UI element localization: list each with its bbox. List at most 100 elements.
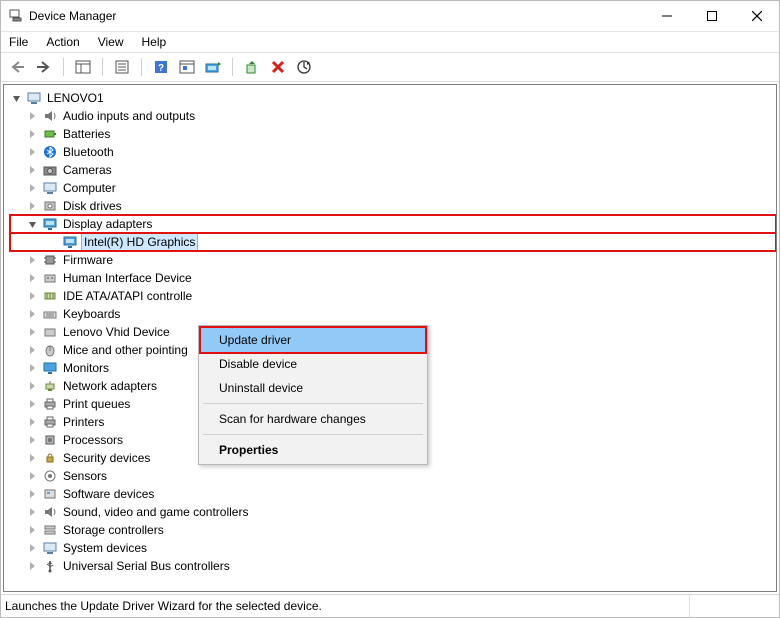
tree-root[interactable]: LENOVO1 [10, 89, 776, 107]
chevron-right-icon[interactable] [26, 274, 38, 282]
display-icon [62, 234, 78, 250]
chevron-right-icon[interactable] [26, 526, 38, 534]
chevron-right-icon[interactable] [26, 148, 38, 156]
scan-hardware-button[interactable] [293, 56, 315, 78]
window-title: Device Manager [29, 9, 116, 23]
menu-scan-hardware[interactable]: Scan for hardware changes [201, 407, 425, 431]
chevron-right-icon[interactable] [26, 454, 38, 462]
menu-file[interactable]: File [7, 33, 30, 51]
chevron-right-icon[interactable] [26, 202, 38, 210]
chevron-down-icon[interactable] [26, 220, 38, 229]
chip-icon [42, 252, 58, 268]
chevron-right-icon[interactable] [26, 130, 38, 138]
tree-item-software[interactable]: Software devices [10, 485, 776, 503]
chevron-right-icon[interactable] [26, 562, 38, 570]
menubar: File Action View Help [1, 32, 779, 52]
chevron-right-icon[interactable] [26, 166, 38, 174]
battery-icon [42, 126, 58, 142]
chevron-right-icon[interactable] [26, 328, 38, 336]
chevron-right-icon[interactable] [26, 382, 38, 390]
tree-item-disk[interactable]: Disk drives [10, 197, 776, 215]
action-button[interactable] [176, 56, 198, 78]
chevron-right-icon[interactable] [26, 112, 38, 120]
tree-root-label: LENOVO1 [46, 89, 105, 107]
disk-icon [42, 198, 58, 214]
svg-text:?: ? [158, 63, 164, 74]
network-icon [42, 378, 58, 394]
device-manager-window: Device Manager File Action View Help [0, 0, 780, 618]
chevron-down-icon[interactable] [10, 94, 22, 103]
back-button[interactable] [7, 56, 29, 78]
monitor-icon [42, 360, 58, 376]
tree-item-batteries[interactable]: Batteries [10, 125, 776, 143]
tree-item-system[interactable]: System devices [10, 539, 776, 557]
menu-update-driver[interactable]: Update driver [201, 328, 425, 352]
show-hide-tree-button[interactable] [72, 56, 94, 78]
keyboard-icon [42, 306, 58, 322]
tree-item-usb[interactable]: Universal Serial Bus controllers [10, 557, 776, 575]
menu-properties[interactable]: Properties [201, 438, 425, 462]
tree-item-ide[interactable]: IDE ATA/ATAPI controlle [10, 287, 776, 305]
properties-button[interactable] [111, 56, 133, 78]
chevron-right-icon[interactable] [26, 346, 38, 354]
sensor-icon [42, 468, 58, 484]
chevron-right-icon[interactable] [26, 400, 38, 408]
tree-item-keyboards[interactable]: Keyboards [10, 305, 776, 323]
menu-separator [203, 403, 423, 404]
chevron-right-icon[interactable] [26, 544, 38, 552]
chevron-right-icon[interactable] [26, 184, 38, 192]
computer-icon [42, 180, 58, 196]
update-driver-button[interactable] [202, 56, 224, 78]
app-icon [9, 8, 23, 25]
tree-item-storage[interactable]: Storage controllers [10, 521, 776, 539]
close-button[interactable] [734, 1, 779, 31]
enable-device-button[interactable] [241, 56, 263, 78]
system-icon [42, 540, 58, 556]
tree-item-cameras[interactable]: Cameras [10, 161, 776, 179]
menu-action[interactable]: Action [44, 33, 81, 51]
device-tree-pane: LENOVO1 Audio inputs and outputs Batteri… [3, 84, 777, 592]
bluetooth-icon [42, 144, 58, 160]
menu-help[interactable]: Help [140, 33, 169, 51]
maximize-button[interactable] [689, 1, 734, 31]
chevron-right-icon[interactable] [26, 472, 38, 480]
menu-uninstall-device[interactable]: Uninstall device [201, 376, 425, 400]
tree-item-computer[interactable]: Computer [10, 179, 776, 197]
forward-button[interactable] [33, 56, 55, 78]
tree-item-sound[interactable]: Sound, video and game controllers [10, 503, 776, 521]
tree-item-display-child[interactable]: Intel(R) HD Graphics [10, 233, 776, 251]
tree-item-audio[interactable]: Audio inputs and outputs [10, 107, 776, 125]
menu-view[interactable]: View [96, 33, 126, 51]
tree-item-sensors[interactable]: Sensors [10, 467, 776, 485]
help-button[interactable]: ? [150, 56, 172, 78]
display-icon [42, 216, 58, 232]
chevron-right-icon[interactable] [26, 364, 38, 372]
camera-icon [42, 162, 58, 178]
software-icon [42, 486, 58, 502]
uninstall-device-button[interactable] [267, 56, 289, 78]
storage-icon [42, 522, 58, 538]
status-text: Launches the Update Driver Wizard for th… [5, 599, 689, 613]
titlebar: Device Manager [1, 1, 779, 32]
chevron-right-icon[interactable] [26, 292, 38, 300]
chevron-right-icon[interactable] [26, 490, 38, 498]
status-bar: Launches the Update Driver Wizard for th… [1, 594, 779, 617]
chevron-right-icon[interactable] [26, 508, 38, 516]
computer-icon [26, 90, 42, 106]
menu-disable-device[interactable]: Disable device [201, 352, 425, 376]
chevron-right-icon[interactable] [26, 256, 38, 264]
tree-item-firmware[interactable]: Firmware [10, 251, 776, 269]
chevron-right-icon[interactable] [26, 436, 38, 444]
tree-item-hid[interactable]: Human Interface Device [10, 269, 776, 287]
tree-item-bluetooth[interactable]: Bluetooth [10, 143, 776, 161]
chevron-right-icon[interactable] [26, 310, 38, 318]
context-menu: Update driver Disable device Uninstall d… [198, 325, 428, 465]
minimize-button[interactable] [644, 1, 689, 31]
tree-item-display[interactable]: Display adapters [10, 215, 776, 233]
speaker-icon [42, 504, 58, 520]
printer-icon [42, 414, 58, 430]
printer-icon [42, 396, 58, 412]
usb-icon [42, 558, 58, 574]
chevron-right-icon[interactable] [26, 418, 38, 426]
mouse-icon [42, 342, 58, 358]
